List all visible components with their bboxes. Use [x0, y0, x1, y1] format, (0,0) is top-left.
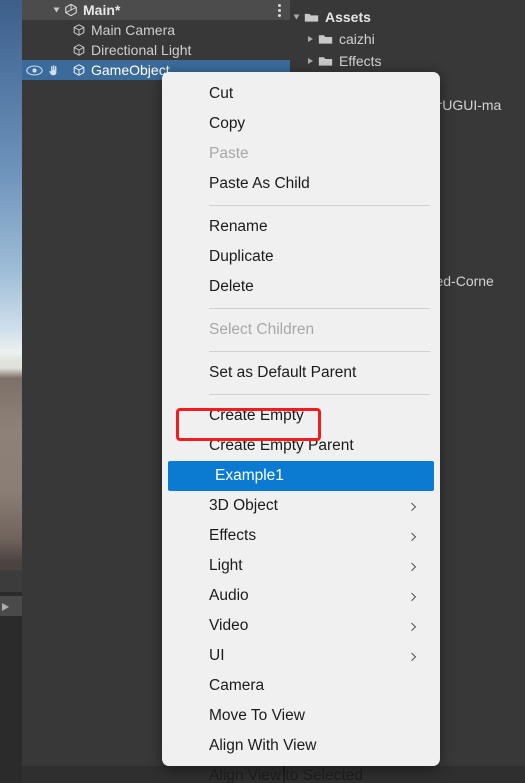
chevron-right-icon — [407, 592, 417, 602]
menu-item-select-children: Select Children — [162, 315, 440, 345]
play-arrow-icon[interactable] — [2, 603, 9, 611]
menu-item-paste: Paste — [162, 139, 440, 169]
menu-item-cut[interactable]: Cut — [162, 79, 440, 109]
vertical-dots-icon[interactable] — [278, 4, 282, 17]
menu-item-copy[interactable]: Copy — [162, 109, 440, 139]
menu-item-label: Camera — [209, 677, 265, 694]
assets-item-caizhi[interactable]: caizhi — [290, 28, 525, 50]
assets-item-label: caizhi — [339, 31, 375, 47]
menu-item-label: Paste As Child — [209, 175, 310, 192]
menu-item-label: Cut — [209, 85, 234, 102]
hierarchy-scene-row[interactable]: Main* — [22, 0, 290, 20]
chevron-right-icon — [407, 562, 417, 572]
cube-icon — [73, 64, 85, 76]
hand-icon[interactable] — [46, 63, 61, 77]
menu-item-label: Video — [209, 617, 249, 634]
menu-item-label: Light — [209, 557, 243, 574]
folder-icon — [318, 35, 333, 44]
unity-scene-icon — [65, 3, 77, 17]
menu-item-label: UI — [209, 647, 225, 664]
menu-item-label: Example1 — [215, 467, 284, 484]
menu-item-light[interactable]: Light — [162, 551, 440, 581]
menu-item-align-with-view[interactable]: Align With View — [162, 731, 440, 761]
menu-item-label: Set as Default Parent — [209, 364, 357, 381]
cube-icon — [73, 24, 85, 36]
assets-item-effects[interactable]: Effects — [290, 50, 525, 72]
chevron-right-icon — [407, 622, 417, 632]
unity-editor-window: Main* Main Camera Directional Light Game… — [0, 0, 525, 783]
menu-item-rename[interactable]: Rename — [162, 212, 440, 242]
folder-icon — [318, 57, 333, 66]
menu-item-duplicate[interactable]: Duplicate — [162, 242, 440, 272]
menu-item-effects[interactable]: Effects — [162, 521, 440, 551]
assets-root-row[interactable]: Assets — [290, 6, 525, 28]
hierarchy-item-main-camera[interactable]: Main Camera — [22, 20, 290, 40]
hierarchy-item-label: GameObject — [91, 62, 170, 78]
menu-item-label: Select Children — [209, 321, 315, 338]
menu-item-set-as-default-parent[interactable]: Set as Default Parent — [162, 358, 440, 388]
menu-item-label: 3D Object — [209, 497, 278, 514]
hierarchy-item-directional-light[interactable]: Directional Light — [22, 40, 290, 60]
cube-icon — [73, 44, 85, 56]
menu-item-label: Delete — [209, 278, 254, 295]
menu-item-move-to-view[interactable]: Move To View — [162, 701, 440, 731]
menu-item-label: Rename — [209, 218, 268, 235]
menu-item-example1[interactable]: Example1 — [168, 461, 434, 491]
menu-item-label: Duplicate — [209, 248, 274, 265]
hierarchy-item-label: Main Camera — [91, 22, 176, 38]
menu-item-label: Align View to Selected — [209, 767, 363, 783]
assets-root-label: Assets — [325, 9, 371, 25]
menu-item-label: Move To View — [209, 707, 305, 724]
hierarchy-item-label: Directional Light — [91, 42, 192, 58]
menu-item-camera[interactable]: Camera — [162, 671, 440, 701]
chevron-right-icon[interactable] — [308, 58, 313, 64]
eye-icon[interactable] — [26, 64, 43, 77]
menu-item-label: Audio — [209, 587, 249, 604]
menu-item-label: Paste — [209, 145, 249, 162]
menu-item-video[interactable]: Video — [162, 611, 440, 641]
menu-item-audio[interactable]: Audio — [162, 581, 440, 611]
folder-open-icon — [304, 13, 319, 22]
menu-item-ui[interactable]: UI — [162, 641, 440, 671]
chevron-down-icon[interactable] — [293, 14, 300, 20]
chevron-right-icon[interactable] — [308, 36, 313, 42]
menu-separator — [209, 351, 430, 352]
menu-item-label: Copy — [209, 115, 246, 132]
menu-separator — [209, 394, 430, 395]
bottom-panel-tab-strip[interactable] — [0, 570, 24, 592]
menu-item-3d-object[interactable]: 3D Object — [162, 491, 440, 521]
chevron-right-icon — [407, 532, 417, 542]
menu-item-paste-as-child[interactable]: Paste As Child — [162, 169, 440, 199]
chevron-down-icon[interactable] — [53, 7, 60, 13]
chevron-right-icon — [407, 502, 417, 512]
menu-item-delete[interactable]: Delete — [162, 272, 440, 302]
menu-item-label: Effects — [209, 527, 257, 544]
menu-item-label: Align With View — [209, 737, 317, 754]
annotation-highlight-box — [176, 408, 321, 441]
menu-separator — [209, 308, 430, 309]
chevron-right-icon — [407, 652, 417, 662]
assets-item-label: Effects — [339, 53, 382, 69]
menu-separator — [209, 205, 430, 206]
menu-item-align-view-to-selected[interactable]: Align View to Selected — [162, 761, 440, 783]
hierarchy-scene-label: Main* — [83, 2, 121, 18]
visibility-toggles[interactable] — [22, 60, 66, 80]
